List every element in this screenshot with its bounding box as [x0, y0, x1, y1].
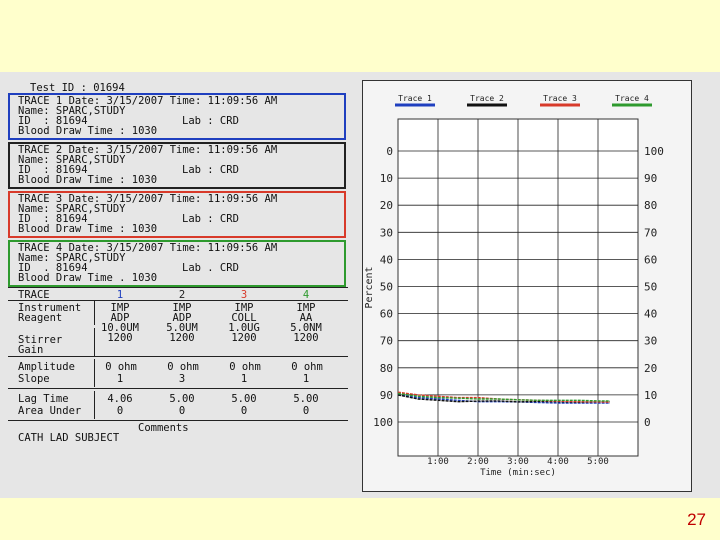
slope-4: 1 [302, 373, 310, 385]
legend-label: Trace 3 [543, 94, 577, 103]
trace-number-4: 4 [302, 289, 310, 301]
table-rule [8, 388, 348, 389]
trace-3-blood-draw: Blood Draw Time : 1030 [18, 223, 158, 235]
area-under-2: 0 [178, 405, 186, 417]
slope-2: 3 [178, 373, 186, 385]
trace-4-blood-draw: Blood Draw Time . 1030 [18, 272, 158, 284]
x-tick-label: 4:00 [547, 457, 569, 467]
column-rule [94, 391, 95, 419]
slope-1: 1 [116, 373, 124, 385]
trace-1-blood-draw: Blood Draw Time : 1030 [18, 125, 158, 137]
area-under-1: 0 [116, 405, 124, 417]
y-tick-right: 0 [644, 416, 651, 429]
area-under-label: Area Under [18, 405, 82, 417]
y-tick-right: 20 [644, 362, 657, 375]
y-tick-right: 100 [644, 145, 664, 158]
table-top-rule [8, 287, 348, 288]
y-tick-right: 90 [644, 172, 657, 185]
comments-text: CATH LAD SUBJECT [18, 432, 120, 444]
legend-label: Trace 1 [398, 94, 432, 103]
page-number: 27 [687, 510, 706, 529]
y-tick-left: 50 [380, 281, 393, 294]
aggregation-chart: 0 10010 9020 8030 7040 6050 5060 4070 3080 2090 10… [364, 94, 664, 478]
x-tick-label: 5:00 [587, 457, 609, 467]
table-rule [8, 356, 348, 357]
x-tick-label: 2:00 [467, 457, 489, 467]
table-rule [8, 420, 348, 421]
stirrer-1: 1200 [107, 332, 133, 344]
y-axis-label: Percent [364, 266, 375, 308]
y-tick-right: 30 [644, 335, 657, 348]
y-tick-right: 60 [644, 253, 657, 266]
amplitude-1: 0 ohm [105, 361, 137, 373]
trace-4-lab: Lab . CRD [182, 262, 239, 274]
slope-3: 1 [240, 373, 248, 385]
trace-1-lab: Lab : CRD [182, 115, 239, 127]
x-tick-label: 1:00 [427, 457, 449, 467]
legend-label: Trace 2 [470, 94, 504, 103]
y-tick-right: 10 [644, 389, 657, 402]
trace-header-label: TRACE [18, 289, 50, 301]
y-tick-right: 80 [644, 199, 657, 212]
trace-number-1: 1 [116, 289, 124, 301]
y-tick-left: 90 [380, 389, 393, 402]
test-id: Test ID : 01694 [30, 82, 125, 94]
amplitude-2: 0 ohm [167, 361, 199, 373]
area-under-3: 0 [240, 405, 248, 417]
table-header-rule [8, 300, 348, 301]
slope-label: Slope [18, 373, 50, 385]
trace-3-lab: Lab : CRD [182, 213, 239, 225]
aggregation-chart-panel: 0 100 10 90 20 80 30 70 40 60 50 50 60 40 70 30 80 20 90 10… [362, 80, 692, 492]
trace-2-blood-draw: Blood Draw Time : 1030 [18, 174, 158, 186]
stirrer-2: 1200 [169, 332, 195, 344]
trace-number-2: 2 [178, 289, 186, 301]
lag-time-3: 5.00 [231, 393, 257, 405]
amplitude-3: 0 ohm [229, 361, 261, 373]
amplitude-4: 0 ohm [291, 361, 323, 373]
reagent-label: Reagent [18, 312, 63, 324]
y-tick-left: 30 [380, 226, 393, 239]
x-tick-label: 3:00 [507, 457, 529, 467]
comments-label: Comments [138, 422, 189, 434]
x-axis-label: Time (min:sec) [480, 468, 556, 478]
y-tick-left: 20 [380, 199, 393, 212]
gain-label: Gain [18, 344, 44, 356]
y-tick-right: 50 [644, 281, 657, 294]
aggregometry-report: Test ID : 01694 TRACE 1 Date: 3/15/2007 … [0, 72, 352, 498]
y-tick-right: 70 [644, 226, 657, 239]
y-tick-left: 70 [380, 335, 393, 348]
legend-label: Trace 4 [615, 94, 649, 103]
stirrer-4: 1200 [293, 332, 319, 344]
column-rule [94, 301, 95, 325]
y-tick-left: 80 [380, 362, 393, 375]
lag-time-4: 5.00 [293, 393, 319, 405]
y-tick-right: 40 [644, 308, 657, 321]
trace-number-3: 3 [240, 289, 248, 301]
y-tick-left: 0 [386, 145, 393, 158]
lag-time-2: 5.00 [169, 393, 195, 405]
y-tick-left: 10 [380, 172, 393, 185]
stirrer-3: 1200 [231, 332, 257, 344]
amplitude-label: Amplitude [18, 361, 75, 373]
y-tick-left: 40 [380, 253, 393, 266]
y-tick-left: 60 [380, 308, 393, 321]
lag-time-1: 4.06 [107, 393, 133, 405]
y-tick-left: 100 [373, 416, 393, 429]
trace-2-lab: Lab : CRD [182, 164, 239, 176]
area-under-4: 0 [302, 405, 310, 417]
column-rule [94, 359, 95, 387]
lag-time-label: Lag Time [18, 393, 69, 405]
